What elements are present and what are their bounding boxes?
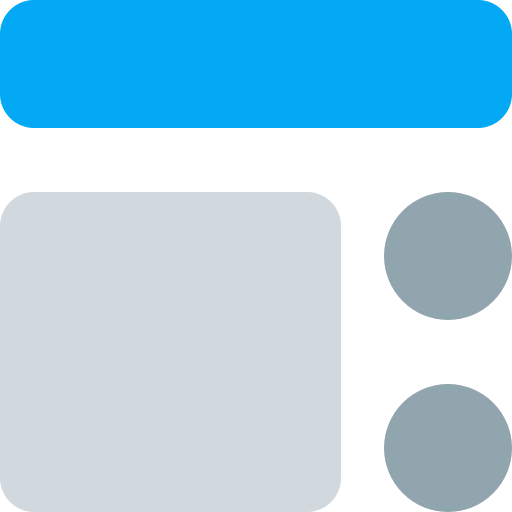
- content-panel-shape: [0, 192, 341, 512]
- bottom-dot-shape: [384, 384, 512, 512]
- layout-icon: [0, 0, 512, 512]
- header-bar-shape: [0, 0, 512, 128]
- top-dot-shape: [384, 192, 512, 320]
